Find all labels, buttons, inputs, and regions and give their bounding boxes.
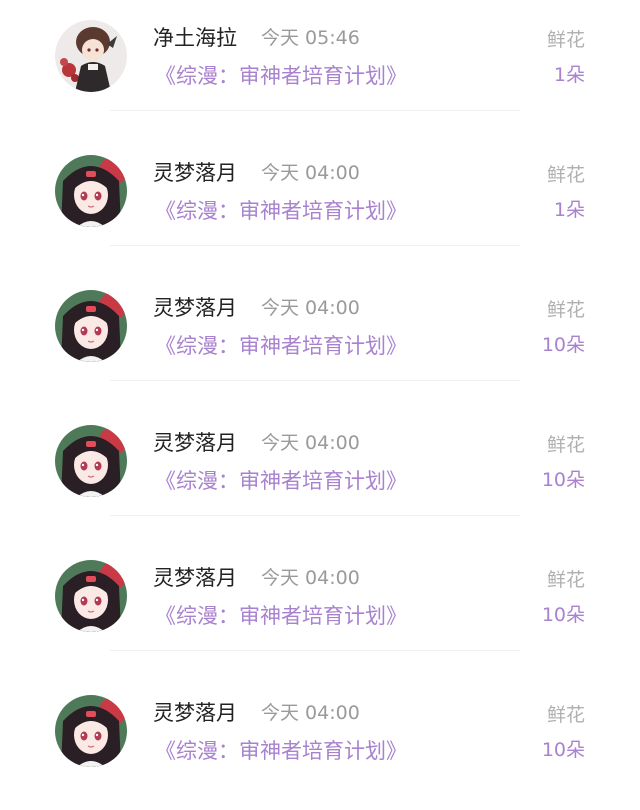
gift-amount: 1朵 — [553, 199, 585, 221]
username[interactable]: 净土海拉 — [153, 24, 237, 52]
row-divider — [110, 110, 520, 111]
avatar[interactable] — [55, 155, 127, 227]
avatar[interactable] — [55, 695, 127, 767]
avatar[interactable] — [55, 290, 127, 362]
avatar[interactable] — [55, 425, 127, 497]
timestamp: 今天 04:00 — [261, 162, 360, 184]
timestamp: 今天 05:46 — [261, 27, 360, 49]
gift-amount: 1朵 — [553, 64, 585, 86]
anime-girl-avatar-image — [55, 290, 127, 362]
username[interactable]: 灵梦落月 — [153, 294, 237, 322]
gift-record-list: 净土海拉 今天 05:46 《综漫：审神者培育计划》 鲜花 1朵 灵梦落月 今天… — [0, 0, 640, 786]
gift-amount: 10朵 — [541, 604, 585, 626]
gift-record-item[interactable]: 灵梦落月 今天 04:00 《综漫：审神者培育计划》 鲜花 1朵 — [0, 135, 640, 270]
gothic-girl-avatar-image — [55, 20, 127, 92]
avatar[interactable] — [55, 560, 127, 632]
anime-girl-avatar-image — [55, 155, 127, 227]
row-divider — [110, 650, 520, 651]
book-title-link[interactable]: 《综漫：审神者培育计划》 — [155, 467, 407, 495]
book-title-link[interactable]: 《综漫：审神者培育计划》 — [155, 332, 407, 360]
gift-amount: 10朵 — [541, 469, 585, 491]
gift-type-label: 鲜花 — [546, 434, 585, 456]
gift-record-item[interactable]: 净土海拉 今天 05:46 《综漫：审神者培育计划》 鲜花 1朵 — [0, 0, 640, 135]
anime-girl-avatar-image — [55, 425, 127, 497]
username[interactable]: 灵梦落月 — [153, 564, 237, 592]
username[interactable]: 灵梦落月 — [153, 699, 237, 727]
timestamp: 今天 04:00 — [261, 432, 360, 454]
gift-type-label: 鲜花 — [546, 164, 585, 186]
row-divider — [110, 380, 520, 381]
timestamp: 今天 04:00 — [261, 297, 360, 319]
gift-type-label: 鲜花 — [546, 569, 585, 591]
timestamp: 今天 04:00 — [261, 567, 360, 589]
gift-record-item[interactable]: 灵梦落月 今天 04:00 《综漫：审神者培育计划》 鲜花 10朵 — [0, 675, 640, 810]
gift-type-label: 鲜花 — [546, 29, 585, 51]
avatar[interactable] — [55, 20, 127, 92]
anime-girl-avatar-image — [55, 695, 127, 767]
gift-record-item[interactable]: 灵梦落月 今天 04:00 《综漫：审神者培育计划》 鲜花 10朵 — [0, 270, 640, 405]
gift-record-item[interactable]: 灵梦落月 今天 04:00 《综漫：审神者培育计划》 鲜花 10朵 — [0, 405, 640, 540]
book-title-link[interactable]: 《综漫：审神者培育计划》 — [155, 737, 407, 765]
row-divider — [110, 245, 520, 246]
username[interactable]: 灵梦落月 — [153, 429, 237, 457]
gift-type-label: 鲜花 — [546, 299, 585, 321]
gift-amount: 10朵 — [541, 334, 585, 356]
row-divider — [110, 515, 520, 516]
anime-girl-avatar-image — [55, 560, 127, 632]
book-title-link[interactable]: 《综漫：审神者培育计划》 — [155, 62, 407, 90]
gift-record-item[interactable]: 灵梦落月 今天 04:00 《综漫：审神者培育计划》 鲜花 10朵 — [0, 540, 640, 675]
book-title-link[interactable]: 《综漫：审神者培育计划》 — [155, 197, 407, 225]
username[interactable]: 灵梦落月 — [153, 159, 237, 187]
gift-amount: 10朵 — [541, 739, 585, 761]
book-title-link[interactable]: 《综漫：审神者培育计划》 — [155, 602, 407, 630]
gift-type-label: 鲜花 — [546, 704, 585, 726]
timestamp: 今天 04:00 — [261, 702, 360, 724]
